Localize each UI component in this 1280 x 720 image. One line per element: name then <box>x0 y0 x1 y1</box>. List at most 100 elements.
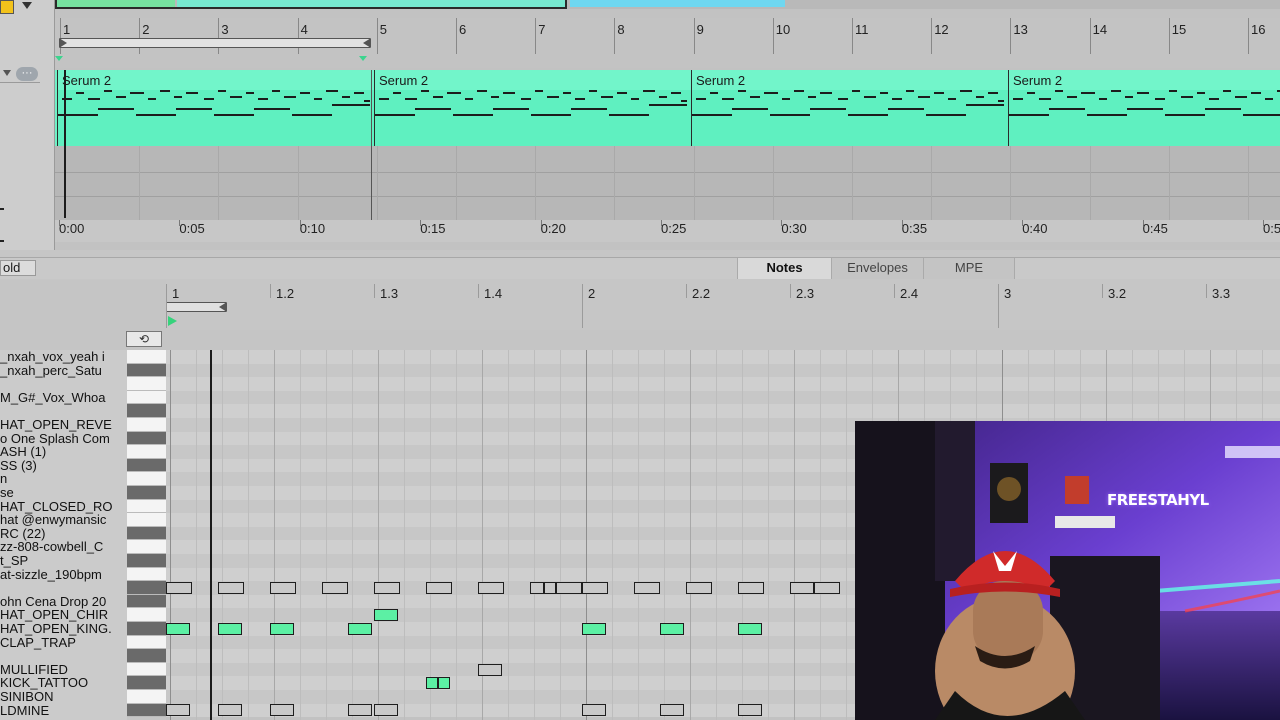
track-header[interactable] <box>0 82 40 142</box>
note[interactable] <box>478 582 504 594</box>
time-label: 0:25 <box>661 221 687 236</box>
pad-key[interactable] <box>127 431 166 446</box>
note[interactable] <box>218 704 242 717</box>
note[interactable] <box>270 704 294 717</box>
note[interactable] <box>478 663 502 676</box>
tab-envelopes[interactable]: Envelopes <box>831 258 923 279</box>
note[interactable] <box>218 622 242 635</box>
note[interactable] <box>738 582 764 594</box>
note[interactable] <box>166 582 192 594</box>
clip-loop-brace[interactable] <box>166 302 227 312</box>
loop-brace[interactable] <box>59 38 371 48</box>
pad-key[interactable] <box>127 581 166 595</box>
pad-key[interactable] <box>127 540 166 554</box>
note[interactable] <box>374 582 400 594</box>
note[interactable] <box>348 622 372 635</box>
pad-key[interactable] <box>127 649 166 663</box>
time-ruler[interactable]: 0:00 0:05 0:10 0:15 0:20 0:25 0:30 0:35 0:40 0:45… <box>55 220 1280 242</box>
beat-ruler[interactable]: 1 1.2 1.3 1.4 2 2.2 2.3 2.4 3 3.2 3.3 <box>166 280 1280 330</box>
note[interactable] <box>438 677 450 690</box>
clip-start-flag-icon[interactable] <box>168 316 177 326</box>
note[interactable] <box>660 704 684 717</box>
pad-key[interactable] <box>127 554 166 568</box>
pad-key[interactable] <box>127 662 166 677</box>
note[interactable] <box>544 582 556 594</box>
beat-tick <box>582 284 583 328</box>
note[interactable] <box>348 704 372 717</box>
note[interactable] <box>374 704 398 717</box>
note[interactable] <box>634 582 660 594</box>
loop-end-icon[interactable] <box>363 38 371 48</box>
note[interactable] <box>270 622 294 635</box>
pad-key[interactable] <box>127 350 166 364</box>
pad-key[interactable] <box>127 676 166 690</box>
note[interactable] <box>374 609 398 622</box>
tab-notes[interactable]: Notes <box>737 258 831 279</box>
end-marker-icon[interactable] <box>359 56 367 61</box>
fold-button[interactable]: old <box>0 260 36 276</box>
note[interactable] <box>218 582 244 594</box>
playhead[interactable] <box>64 70 66 218</box>
loop-end-icon[interactable] <box>219 302 227 312</box>
note[interactable] <box>426 677 438 690</box>
clip-note <box>535 90 543 92</box>
pad-keys[interactable] <box>127 350 166 720</box>
loop-start-icon[interactable] <box>59 38 67 48</box>
pad-key[interactable] <box>127 608 166 622</box>
midi-clip[interactable]: Serum 2 <box>57 70 374 146</box>
loop-icon[interactable]: ⟲ <box>126 331 162 347</box>
tab-mpe[interactable]: MPE <box>923 258 1015 279</box>
arrangement-overview[interactable] <box>55 0 1280 9</box>
note[interactable] <box>738 622 762 635</box>
pad-key[interactable] <box>127 418 166 432</box>
start-marker-icon[interactable] <box>55 56 63 61</box>
note[interactable] <box>814 582 840 594</box>
bar-ruler[interactable]: 1 2 3 4 5 6 7 8 9 10 11 12 13 14 15 16 <box>55 18 1280 68</box>
pad-key[interactable] <box>127 635 166 650</box>
midi-clip[interactable]: Serum 2 <box>691 70 1008 146</box>
track-more-button[interactable]: ··· <box>16 67 38 81</box>
note[interactable] <box>790 582 814 594</box>
empty-track-lanes[interactable] <box>55 146 1280 220</box>
note[interactable] <box>556 582 582 594</box>
pad-key[interactable] <box>127 499 166 514</box>
pad-key[interactable] <box>127 690 166 704</box>
track-fold-icon[interactable] <box>3 70 11 76</box>
note[interactable] <box>660 622 684 635</box>
pad-key[interactable] <box>127 363 166 378</box>
note[interactable] <box>686 582 712 594</box>
note[interactable] <box>738 704 762 717</box>
pad-key[interactable] <box>127 486 166 500</box>
pad-key[interactable] <box>127 458 166 473</box>
note[interactable] <box>582 622 606 635</box>
pad-key[interactable] <box>127 445 166 459</box>
midi-clip[interactable]: Serum 2 <box>374 70 691 146</box>
clip-note <box>1067 96 1077 98</box>
pad-key[interactable] <box>127 513 166 527</box>
clip-note <box>966 104 1004 106</box>
pad-key[interactable] <box>127 404 166 418</box>
note[interactable] <box>270 582 296 594</box>
note[interactable] <box>530 582 544 594</box>
chevron-down-icon[interactable] <box>22 2 32 9</box>
pad-key[interactable] <box>127 377 166 391</box>
pad-key[interactable] <box>127 594 166 609</box>
note[interactable] <box>582 704 606 717</box>
note[interactable] <box>166 704 190 717</box>
midi-track-lane[interactable]: Serum 2 Serum 2 Serum 2 Serum 2 <box>55 70 1280 146</box>
pad-key[interactable] <box>127 526 166 541</box>
pad-key[interactable] <box>127 622 166 636</box>
clip-note <box>880 92 888 94</box>
note[interactable] <box>426 582 452 594</box>
pad-key[interactable] <box>127 390 166 405</box>
warning-icon[interactable] <box>0 0 14 14</box>
note[interactable] <box>166 622 190 635</box>
pad-key[interactable] <box>127 703 166 718</box>
pad-key[interactable] <box>127 472 166 486</box>
overview-viewport[interactable] <box>55 0 567 9</box>
pad-key[interactable] <box>127 567 166 582</box>
note[interactable] <box>582 582 608 594</box>
midi-clip[interactable]: Serum 2 <box>1008 70 1280 146</box>
note[interactable] <box>322 582 348 594</box>
clip-note <box>254 108 290 110</box>
